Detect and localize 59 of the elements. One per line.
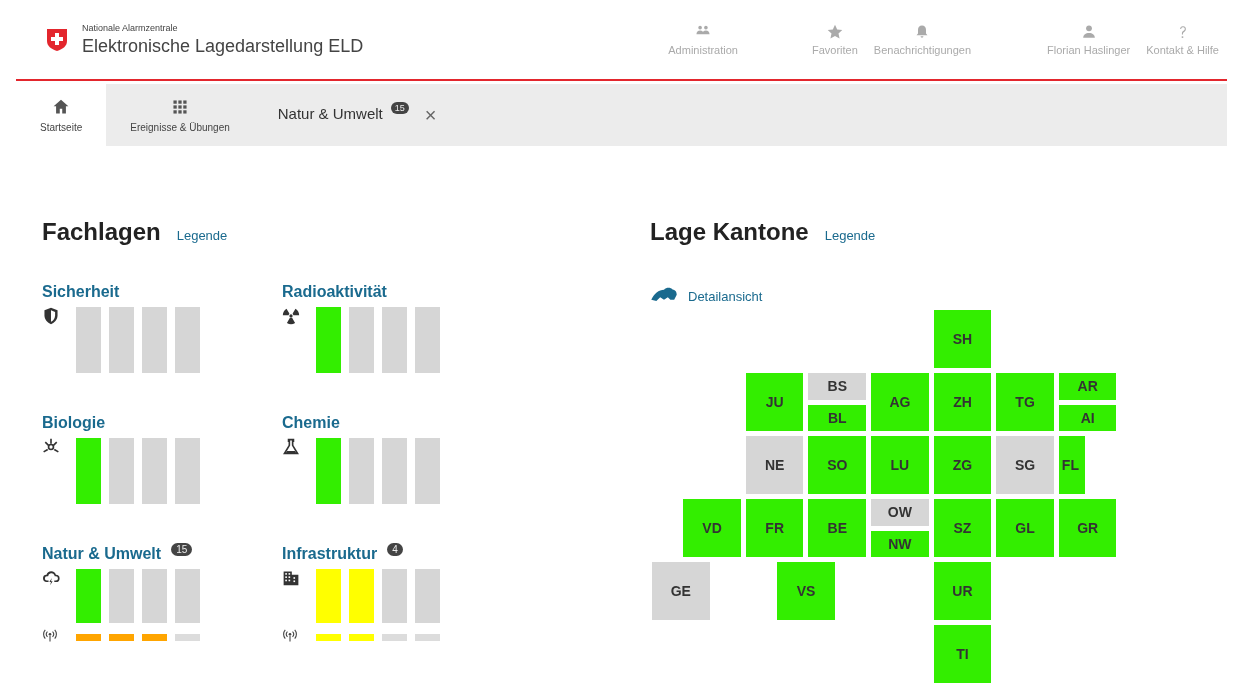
canton-tile[interactable]: BS [808,373,867,400]
canton-tile[interactable]: SO [808,436,867,494]
canton-tile[interactable]: OW [871,499,929,526]
canton-tile[interactable]: LU [871,436,929,494]
canton-tile[interactable]: SH [933,310,992,368]
user-icon [1080,23,1097,40]
canton-tile[interactable]: FR [745,499,804,557]
tab[interactable]: Startseite [16,84,107,146]
canton-tile[interactable]: ZG [933,436,992,494]
canton-tile[interactable]: TI [933,625,992,683]
antenna-icon [282,627,298,643]
canton-tile[interactable]: ZH [933,373,992,431]
detail-link[interactable]: Detailansicht [688,288,763,304]
category-link[interactable]: Sicherheit [42,283,120,301]
canton-tile[interactable]: VD [683,499,741,557]
category-link[interactable]: Natur & Umwelt [42,545,162,563]
canton-tile[interactable]: NE [745,436,804,494]
canton-tile[interactable]: FL [1058,436,1086,494]
canton-tile[interactable]: AR [1058,373,1117,400]
canton-tile[interactable]: UR [933,562,992,620]
legend-link[interactable]: Legende [824,228,876,243]
count-badge: 4 [387,542,403,556]
app-title: Elektronische Lagedarstellung ELD [82,35,364,57]
building-icon [282,569,300,587]
section-title: Lage Kantone [650,218,809,246]
canton-tile[interactable]: AI [1058,404,1117,431]
canton-tile[interactable]: GL [996,499,1054,557]
swiss-cross-logo [46,27,68,52]
category-link[interactable]: Radioaktivität [282,283,387,301]
tab[interactable]: Ereignisse & Übungen [106,84,254,146]
canton-tile[interactable]: GE [652,562,710,620]
canton-tile[interactable]: BL [808,404,867,431]
grid-icon [171,97,189,116]
home-icon [52,97,71,116]
category-link[interactable]: Biologie [42,414,106,432]
canton-tile[interactable]: VS [777,562,835,620]
shield-icon [42,307,60,325]
canton-tile[interactable]: NW [871,530,929,557]
close-button[interactable]: × [420,103,441,127]
canton-tile[interactable]: SG [996,436,1054,494]
canton-tile[interactable]: TG [996,373,1054,431]
flask-icon [282,438,300,456]
legend-link[interactable]: Legende [176,228,228,243]
tab[interactable]: Natur & Umwelt 15 × [253,84,465,146]
count-badge: 15 [390,102,409,114]
organization-name: Nationale Alarmzentrale [82,22,179,33]
count-badge: 15 [171,542,193,556]
canton-tile[interactable]: GR [1058,499,1117,557]
canton-tile[interactable]: BE [808,499,867,557]
canton-tile[interactable]: SZ [933,499,992,557]
cloud-icon [42,569,60,587]
radiation-icon [282,307,300,325]
star-icon [826,23,843,40]
antenna-icon [42,627,58,643]
section-title: Fachlagen [42,218,161,246]
canton-tile[interactable]: AG [871,373,929,431]
category-link[interactable]: Chemie [282,414,340,432]
category-link[interactable]: Infrastruktur [282,545,378,563]
canton-tile[interactable]: JU [745,373,804,431]
